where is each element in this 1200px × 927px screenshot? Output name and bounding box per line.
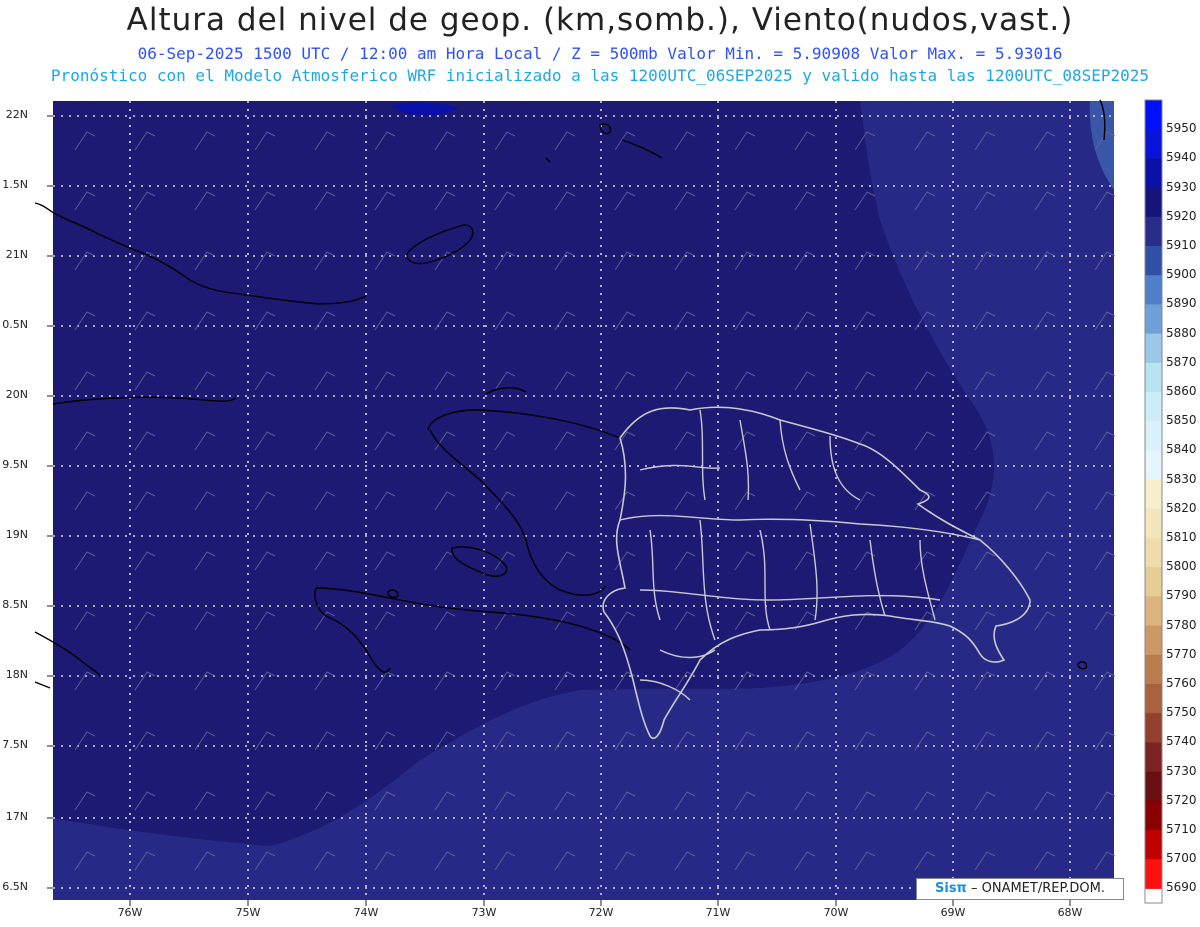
colorbar-level-label: 5820	[1166, 500, 1197, 515]
map-panel	[53, 101, 1114, 900]
colorbar-swatch	[1145, 246, 1162, 276]
lat-label: 8.5N	[2, 598, 28, 611]
colorbar-level-label: 5720	[1166, 792, 1197, 807]
colorbar-swatch	[1145, 771, 1162, 802]
colorbar-swatch	[1145, 654, 1162, 685]
lon-label: 72W	[588, 906, 614, 919]
colorbar-swatch	[1145, 216, 1162, 247]
lat-label: 22N	[5, 108, 28, 121]
colorbar-level-label: 5860	[1166, 384, 1197, 398]
colorbar-level-label: 5870	[1166, 354, 1197, 369]
lon-label: 75W	[235, 906, 261, 919]
colorbar-swatch	[1145, 567, 1162, 597]
colorbar-swatch	[1145, 538, 1162, 568]
colorbar-swatch	[1145, 742, 1162, 773]
colorbar-swatch	[1145, 830, 1162, 860]
lat-label: 17N	[5, 810, 28, 823]
lon-label: 70W	[823, 906, 849, 919]
colorbar-level-label: 5760	[1166, 676, 1197, 690]
colorbar-swatch	[1145, 187, 1162, 218]
colorbar-swatch	[1145, 421, 1162, 451]
lat-label: 19N	[5, 528, 28, 541]
lat-label: 18N	[5, 668, 28, 681]
credit-brand: Sisπ	[935, 881, 967, 896]
colorbar	[1144, 99, 1163, 904]
colorbar-level-label: 5700	[1166, 851, 1197, 866]
colorbar-level-label: 5850	[1166, 413, 1197, 428]
colorbar-swatch	[1145, 596, 1162, 627]
colorbar-level-label: 5940	[1166, 150, 1197, 165]
colorbar-level-label: 5880	[1166, 325, 1197, 340]
lon-label: 68W	[1057, 906, 1083, 919]
colorbar-level-label: 5710	[1166, 822, 1197, 836]
colorbar-level-label: 5690	[1166, 880, 1197, 895]
colorbar-swatch	[1145, 392, 1162, 422]
credit-box: Sisπ – ONAMET/REP.DOM.	[916, 878, 1124, 900]
lat-label: 0.5N	[2, 318, 28, 331]
lat-label: 21N	[5, 248, 28, 261]
colorbar-level-label: 5730	[1166, 763, 1197, 778]
colorbar-swatch	[1145, 508, 1162, 539]
colorbar-level-label: 5930	[1166, 179, 1197, 194]
colorbar-level-label: 5810	[1166, 530, 1197, 544]
coastline-jamaica-south	[34, 681, 51, 689]
colorbar-swatch	[1145, 304, 1162, 335]
colorbar-level-label: 5740	[1166, 734, 1197, 749]
colorbar-swatch	[1145, 450, 1162, 481]
colorbar-swatch	[1145, 800, 1162, 831]
colorbar-swatch	[1145, 362, 1162, 393]
colorbar-level-label: 5910	[1166, 238, 1197, 252]
forecast-map	[34, 99, 1163, 906]
lat-label: 7.5N	[2, 738, 28, 751]
lat-label: 20N	[5, 388, 28, 401]
lon-label: 71W	[705, 906, 731, 919]
lat-label: 9.5N	[2, 458, 28, 471]
colorbar-swatch	[1145, 129, 1162, 159]
colorbar-swatch	[1145, 333, 1162, 364]
lat-label: 6.5N	[2, 880, 28, 893]
colorbar-level-label: 5800	[1166, 559, 1197, 574]
colorbar-swatch	[1145, 275, 1162, 305]
lon-label: 69W	[940, 906, 966, 919]
colorbar-swatch	[1145, 625, 1162, 656]
lat-label: 1.5N	[2, 178, 28, 191]
lon-label: 73W	[471, 906, 497, 919]
colorbar-swatch	[1145, 684, 1162, 714]
colorbar-swatch	[1145, 100, 1162, 130]
colorbar-level-label: 5920	[1166, 208, 1197, 223]
colorbar-swatch	[1145, 158, 1162, 189]
colorbar-level-label: 5770	[1166, 646, 1197, 661]
colorbar-swatch	[1145, 859, 1162, 889]
colorbar-level-label: 5950	[1166, 121, 1197, 136]
colorbar-level-label: 5830	[1166, 471, 1197, 486]
colorbar-level-label: 5840	[1166, 442, 1197, 457]
colorbar-swatch	[1145, 479, 1162, 510]
lon-label: 76W	[117, 906, 143, 919]
colorbar-level-label: 5780	[1166, 617, 1197, 632]
colorbar-level-label: 5750	[1166, 705, 1197, 720]
colorbar-level-label: 5790	[1166, 588, 1197, 603]
colorbar-level-label: 5890	[1166, 296, 1197, 311]
colorbar-level-label: 5900	[1166, 267, 1197, 282]
lon-label: 74W	[353, 906, 379, 919]
colorbar-swatch	[1145, 713, 1162, 743]
credit-text: – ONAMET/REP.DOM.	[966, 881, 1105, 896]
